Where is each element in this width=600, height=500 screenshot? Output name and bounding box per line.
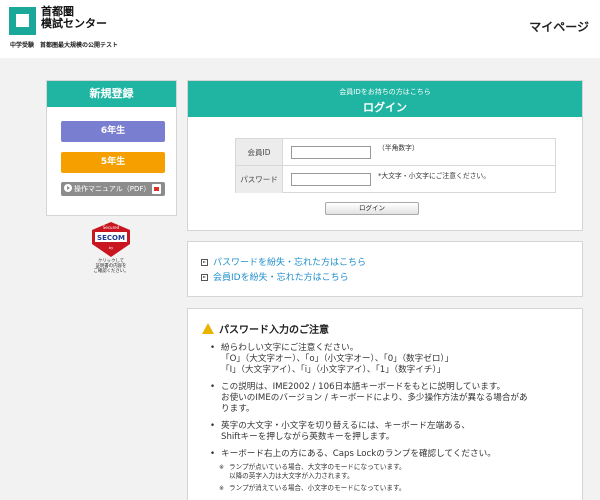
warning-icon bbox=[202, 323, 214, 334]
sub-note-line: ランプが点いている場合、大文字のモードになっています。 bbox=[229, 463, 406, 471]
list-item: この説明は、IME2002 / 106日本語キーボードをもとに説明しています。 … bbox=[210, 382, 570, 415]
pdf-icon bbox=[152, 184, 161, 194]
forgot-id-label: 会員IDを紛失・忘れた方はこちら bbox=[213, 273, 349, 283]
logo-text[interactable]: 首都圏 模試センター bbox=[41, 6, 107, 30]
recovery-links: パスワードを紛失・忘れた方はこちら 会員IDを紛失・忘れた方はこちら bbox=[187, 241, 583, 297]
register-title: 新規登録 bbox=[47, 81, 176, 107]
note-line: 英字の大文字・小文字を切り替えるには、キーボード左端ある、 bbox=[221, 421, 470, 431]
secom-caption-line: ご確認ください。 bbox=[93, 269, 129, 274]
password-label: パスワード bbox=[236, 166, 283, 193]
note-line: 「O」（大文字オー）、「o」（小文字オー）、「0」（数字ゼロ）」 bbox=[221, 354, 454, 364]
secom-shield-icon: Secured by SECOM bbox=[92, 222, 130, 257]
play-circle-icon bbox=[64, 184, 72, 192]
note-line: この説明は、IME2002 / 106日本語キーボードをもとに説明しています。 bbox=[221, 382, 506, 392]
forgot-id-link[interactable]: 会員IDを紛失・忘れた方はこちら bbox=[201, 270, 349, 283]
password-row: パスワード *大文字・小文字にご注意ください。 bbox=[236, 166, 555, 193]
sub-note: ランプが消えている場合、小文字のモードになっています。 bbox=[219, 484, 570, 493]
manual-pdf-link[interactable]: 操作マニュアル（PDF） bbox=[61, 182, 165, 196]
password-input[interactable] bbox=[291, 173, 371, 186]
arrow-right-icon bbox=[201, 273, 208, 281]
list-item: 紛らわしい文字にご注意ください。 「O」（大文字オー）、「o」（小文字オー）、「… bbox=[210, 343, 570, 376]
login-header: 会員IDをお持ちの方はこちら ログイン bbox=[188, 81, 582, 117]
secom-by-text: by bbox=[109, 246, 113, 250]
secom-secured-text: Secured bbox=[103, 225, 120, 230]
password-note: *大文字・小文字にご注意ください。 bbox=[378, 172, 491, 180]
note-line: キーボード右上の方にある、Caps Lockのランプを確認してください。 bbox=[221, 449, 496, 459]
page-title: マイページ bbox=[529, 20, 589, 34]
logo-icon[interactable] bbox=[9, 7, 36, 35]
sub-note: ランプが点いている場合、大文字のモードになっています。 以降の英字入力は大文字が… bbox=[219, 463, 570, 481]
list-item: キーボード右上の方にある、Caps Lockのランプを確認してください。 ランプ… bbox=[210, 449, 570, 493]
member-id-label: 会員ID bbox=[236, 139, 283, 165]
note-line: 紛らわしい文字にご注意ください。 bbox=[221, 343, 359, 353]
sub-note-line: 以降の英字入力は大文字が入力されます。 bbox=[229, 472, 354, 480]
login-form: 会員ID （半角数字） パスワード *大文字・小文字にご注意ください。 bbox=[235, 138, 556, 193]
notes-title-text: パスワード入力のご注意 bbox=[219, 325, 329, 336]
note-line: お使いのIMEのバージョン / キーボードにより、多少操作方法が異なる場合があ bbox=[221, 393, 528, 403]
secom-caption: クリックして 証明書の内容を ご確認ください。 bbox=[86, 259, 136, 274]
member-id-row: 会員ID （半角数字） bbox=[236, 139, 555, 166]
grade-6-button[interactable]: 6年生 bbox=[61, 121, 165, 142]
forgot-password-label: パスワードを紛失・忘れた方はこちら bbox=[213, 258, 367, 268]
tagline: 中学受験 首都圏最大規模の公開テスト bbox=[10, 42, 119, 49]
note-line: 「I」（大文字アイ）、「i」（小文字アイ）、「1」（数字イチ）」 bbox=[221, 365, 446, 375]
member-id-note: （半角数字） bbox=[378, 144, 419, 152]
register-panel: 新規登録 6年生 5年生 操作マニュアル（PDF） bbox=[46, 80, 177, 216]
password-notes: パスワード入力のご注意 紛らわしい文字にご注意ください。 「O」（大文字オー）、… bbox=[187, 308, 583, 500]
site-header: 首都圏 模試センター 中学受験 首都圏最大規模の公開テスト マイページ bbox=[0, 0, 600, 58]
secom-seal[interactable]: Secured by SECOM クリックして 証明書の内容を ご確認ください。 bbox=[86, 222, 136, 284]
logo-line-2: 模試センター bbox=[41, 17, 107, 30]
login-subtitle: 会員IDをお持ちの方はこちら bbox=[339, 88, 431, 96]
secom-brand-text: SECOM bbox=[97, 234, 125, 242]
notes-title: パスワード入力のご注意 bbox=[202, 321, 329, 336]
forgot-password-link[interactable]: パスワードを紛失・忘れた方はこちら bbox=[201, 255, 366, 268]
login-panel: 会員IDをお持ちの方はこちら ログイン 会員ID （半角数字） パスワード *大… bbox=[187, 80, 583, 231]
grade-5-button[interactable]: 5年生 bbox=[61, 152, 165, 173]
notes-list: 紛らわしい文字にご注意ください。 「O」（大文字オー）、「o」（小文字オー）、「… bbox=[210, 343, 570, 499]
manual-label: 操作マニュアル（PDF） bbox=[74, 185, 151, 193]
login-button[interactable]: ログイン bbox=[325, 202, 419, 215]
arrow-right-icon bbox=[201, 258, 208, 266]
sub-note-line: ランプが消えている場合、小文字のモードになっています。 bbox=[229, 484, 406, 492]
note-line: ります。 bbox=[221, 404, 255, 414]
member-id-input[interactable] bbox=[291, 146, 371, 159]
note-line: Shiftキーを押しながら英数キーを押します。 bbox=[221, 432, 395, 442]
list-item: 英字の大文字・小文字を切り替えるには、キーボード左端ある、 Shiftキーを押し… bbox=[210, 421, 570, 443]
login-title: ログイン bbox=[363, 101, 407, 114]
